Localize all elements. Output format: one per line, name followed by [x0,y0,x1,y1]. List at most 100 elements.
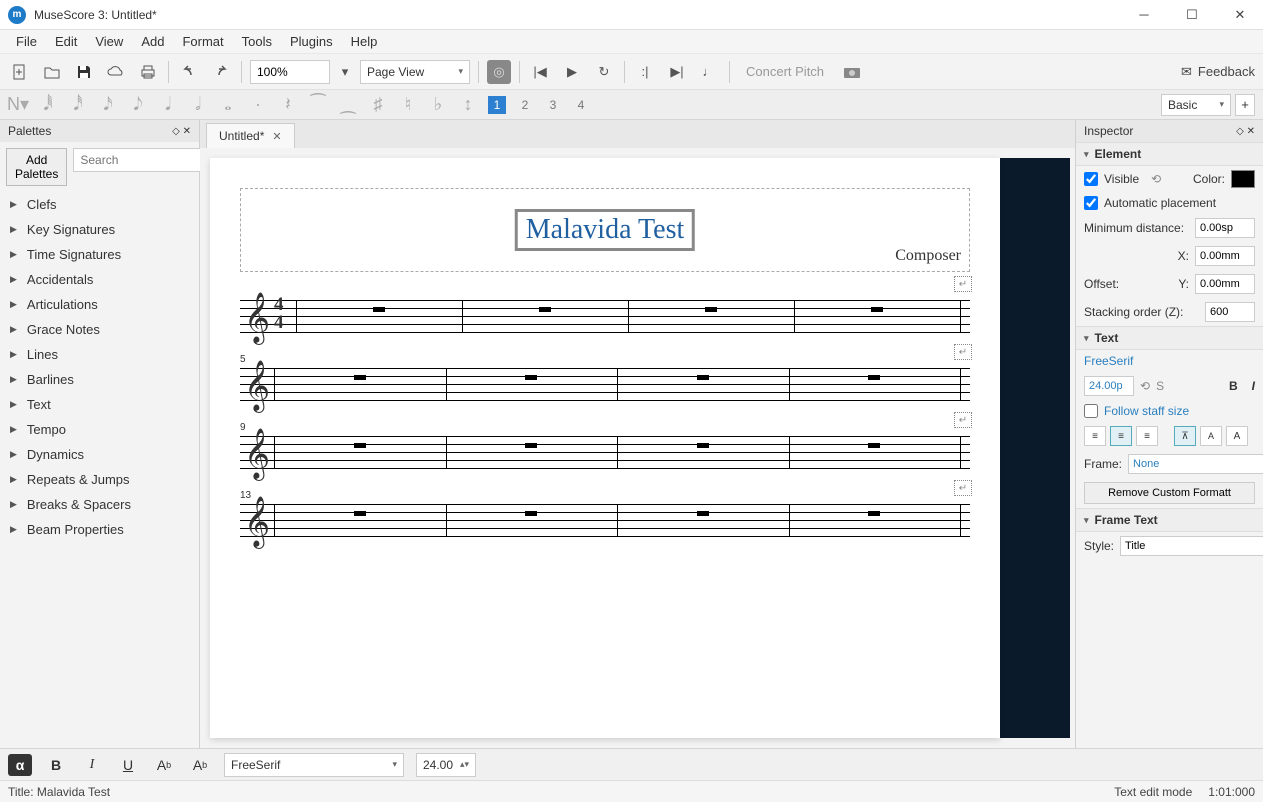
voice-2-button[interactable]: 2 [516,96,534,114]
menu-help[interactable]: Help [343,31,386,52]
align-right-button[interactable]: ≡ [1136,426,1158,446]
slur-icon[interactable]: ⁔ [338,95,358,115]
whole-rest[interactable] [525,511,537,516]
staff[interactable]: 𝄞 [240,368,970,408]
subscript-button[interactable]: Ab [152,754,176,776]
font-family-select[interactable]: FreeSerif▾ [224,753,404,777]
undock-icon[interactable]: ◇ ✕ [172,126,191,137]
add-palettes-button[interactable]: Add Palettes [6,148,67,186]
print-icon[interactable] [136,60,160,84]
staff-system[interactable]: 13↵𝄞 [240,504,970,544]
palette-item-dynamics[interactable]: ▶Dynamics [0,442,199,467]
style-select[interactable] [1120,536,1263,556]
redo-icon[interactable] [209,60,233,84]
font-size-input[interactable] [1084,376,1134,396]
new-file-icon[interactable] [8,60,32,84]
palette-item-breaks-spacers[interactable]: ▶Breaks & Spacers [0,492,199,517]
add-workspace-button[interactable]: + [1235,94,1255,116]
staff-system[interactable]: ↵𝄞44 [240,300,970,340]
style-s-button[interactable]: S [1156,379,1164,393]
palette-item-barlines[interactable]: ▶Barlines [0,367,199,392]
metronome-icon[interactable]: ♩ [697,60,721,84]
64th-note-icon[interactable]: 𝅘𝅥𝅱 [38,95,58,115]
minimize-button[interactable]: ─ [1129,5,1159,25]
repeat-start-icon[interactable]: :| [633,60,657,84]
play-icon[interactable]: ▶ [560,60,584,84]
voice-1-button[interactable]: 1 [488,96,506,114]
treble-clef[interactable]: 𝄞 [244,292,270,343]
maximize-button[interactable]: ☐ [1177,5,1207,25]
system-break-icon[interactable]: ↵ [954,412,972,428]
whole-rest[interactable] [868,443,880,448]
palette-item-repeats-jumps[interactable]: ▶Repeats & Jumps [0,467,199,492]
frame-text-section-header[interactable]: ▾Frame Text [1076,508,1263,532]
whole-rest[interactable] [697,375,709,380]
min-distance-input[interactable] [1195,218,1255,238]
dot-icon[interactable]: · [248,95,268,115]
palette-item-tempo[interactable]: ▶Tempo [0,417,199,442]
palette-item-grace-notes[interactable]: ▶Grace Notes [0,317,199,342]
flat-icon[interactable]: ♭ [428,95,448,115]
rest-icon[interactable]: 𝄽 [278,95,298,115]
treble-clef[interactable]: 𝄞 [244,496,270,547]
loop-icon[interactable]: ↻ [592,60,616,84]
feedback-button[interactable]: ✉ Feedback [1181,64,1255,80]
voice-3-button[interactable]: 3 [544,96,562,114]
text-section-header[interactable]: ▾Text [1076,326,1263,350]
menu-file[interactable]: File [8,31,45,52]
tie-icon[interactable]: ⁀ [308,95,328,115]
palette-item-clefs[interactable]: ▶Clefs [0,192,199,217]
undock-icon[interactable]: ◇ ✕ [1236,126,1255,137]
whole-rest[interactable] [697,443,709,448]
half-note-icon[interactable]: 𝅗𝅥 [188,95,208,115]
voice-4-button[interactable]: 4 [572,96,590,114]
whole-rest[interactable] [354,511,366,516]
note-input-mode-icon[interactable]: N▾ [8,95,28,115]
image-capture-icon[interactable]: ◎ [487,60,511,84]
valign-top-button[interactable]: ⊼ [1174,426,1196,446]
remove-formatting-button[interactable]: Remove Custom Formatt [1084,482,1255,504]
font-name-display[interactable]: FreeSerif [1084,354,1133,368]
auto-placement-checkbox[interactable] [1084,196,1098,210]
8th-note-icon[interactable]: 𝅘𝅥𝅮 [128,95,148,115]
frame-select[interactable] [1128,454,1263,474]
whole-rest[interactable] [539,307,551,312]
menu-tools[interactable]: Tools [234,31,280,52]
whole-note-icon[interactable]: 𝅝 [218,95,238,115]
offset-x-input[interactable] [1195,246,1255,266]
flip-icon[interactable]: ↕ [458,95,478,115]
whole-rest[interactable] [525,375,537,380]
whole-rest[interactable] [705,307,717,312]
special-chars-button[interactable]: α [8,754,32,776]
concert-pitch-button[interactable]: Concert Pitch [738,62,832,81]
whole-rest[interactable] [868,511,880,516]
element-section-header[interactable]: ▾Element [1076,142,1263,166]
32nd-note-icon[interactable]: 𝅘𝅥𝅰 [68,95,88,115]
text-large-a-button[interactable]: A [1226,426,1248,446]
score-page[interactable]: Malavida Test Composer ↵𝄞445↵𝄞9↵𝄞13↵𝄞 [210,158,1000,738]
reset-icon[interactable]: ⟲ [1140,379,1150,393]
offset-y-input[interactable] [1195,274,1255,294]
menu-view[interactable]: View [87,31,131,52]
text-small-a-button[interactable]: A [1200,426,1222,446]
bold-button[interactable]: B [44,754,68,776]
italic-button[interactable]: I [1252,379,1255,393]
natural-icon[interactable]: ♮ [398,95,418,115]
16th-note-icon[interactable]: 𝅘𝅥𝅯 [98,95,118,115]
whole-rest[interactable] [697,511,709,516]
visible-checkbox[interactable] [1084,172,1098,186]
whole-rest[interactable] [354,443,366,448]
italic-button[interactable]: I [80,754,104,776]
undo-icon[interactable] [177,60,201,84]
composer-text[interactable]: Composer [895,247,961,265]
zoom-dropdown-icon[interactable]: ▾ [338,60,352,84]
score-title[interactable]: Malavida Test [515,209,695,251]
title-frame[interactable]: Malavida Test Composer [240,188,970,272]
system-break-icon[interactable]: ↵ [954,480,972,496]
open-icon[interactable] [40,60,64,84]
sharp-icon[interactable]: ♯ [368,95,388,115]
palette-item-key-signatures[interactable]: ▶Key Signatures [0,217,199,242]
staff[interactable]: 𝄞 [240,504,970,544]
staff-system[interactable]: 9↵𝄞 [240,436,970,476]
system-break-icon[interactable]: ↵ [954,276,972,292]
